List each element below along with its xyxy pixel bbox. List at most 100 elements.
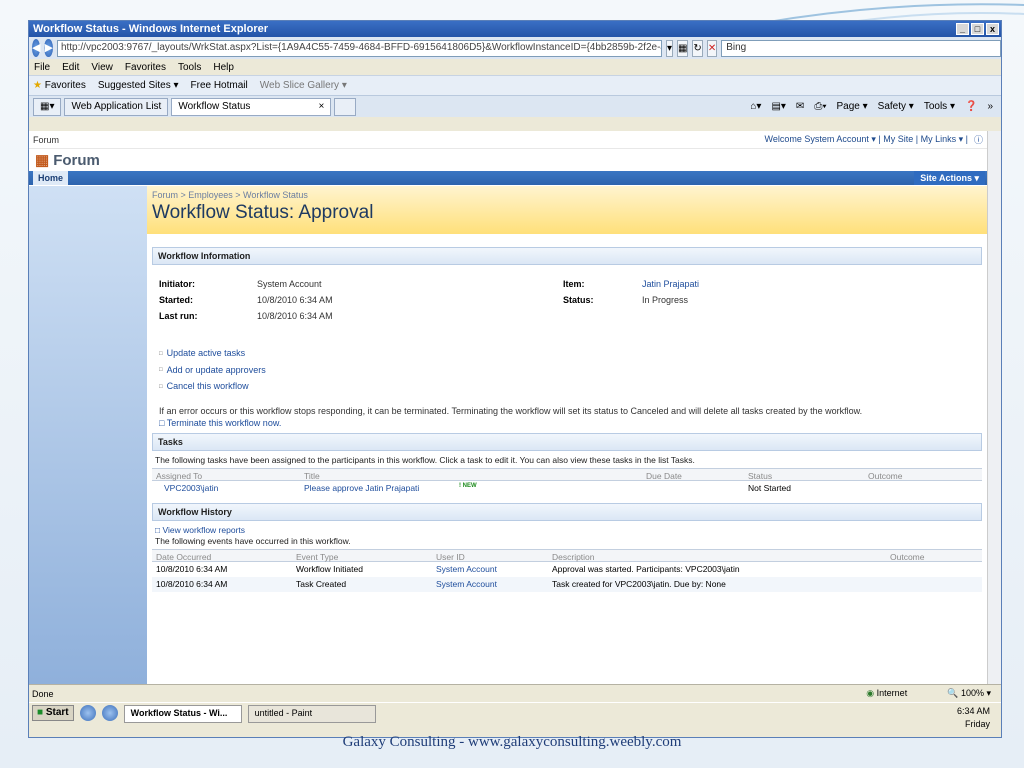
quicklaunch-desktop-icon[interactable]	[79, 705, 96, 721]
started-label: Started:	[159, 295, 194, 305]
minimize-button[interactable]: _	[956, 23, 969, 35]
history-table-header: Date Occurred Event Type User ID Descrip…	[152, 548, 982, 562]
new-badge: ! NEW	[459, 482, 477, 489]
tasks-table-header: Assigned To Title Due Date Status Outcom…	[152, 467, 982, 481]
cancel-workflow-link[interactable]: Cancel this workflow	[159, 378, 987, 395]
site-actions-menu[interactable]: Site Actions ▾	[914, 171, 985, 185]
back-icon[interactable]: ◀	[32, 39, 41, 57]
tab-web-application-list[interactable]: Web Application List	[64, 97, 169, 116]
welcome-menu[interactable]: Welcome System Account ▾ | My Site | My …	[765, 134, 968, 145]
feeds-icon[interactable]: ▤▾	[771, 101, 785, 112]
terminate-workflow-link[interactable]: □ Terminate this workflow now.	[159, 417, 987, 429]
history-user[interactable]: System Account	[436, 564, 497, 574]
quick-tabs-icon[interactable]: ▦▾	[33, 97, 62, 116]
mail-icon[interactable]: ✉	[796, 101, 804, 112]
col-assigned-to[interactable]: Assigned To	[156, 471, 202, 481]
update-active-tasks-link[interactable]: Update active tasks	[159, 345, 987, 362]
task-title[interactable]: Please approve Jatin Prajapati	[304, 483, 419, 493]
history-date: 10/8/2010 6:34 AM	[156, 563, 228, 574]
address-bar[interactable]: http://vpc2003:9767/_layouts/WrkStat.asp…	[56, 39, 662, 57]
lastrun-label: Last run:	[159, 311, 198, 321]
slide-footer: Galaxy Consulting - www.galaxyconsulting…	[342, 734, 682, 750]
history-note: The following events have occurred in th…	[155, 535, 351, 546]
help-icon[interactable]: ❓	[965, 101, 977, 112]
quicklaunch-ie-icon[interactable]	[101, 705, 118, 721]
table-row: 10/8/2010 6:34 AM Task Created System Ac…	[152, 576, 982, 592]
tab-row: ▦▾ Web Application List Workflow Status …	[29, 95, 1001, 117]
start-label: Start	[45, 707, 69, 718]
col-description[interactable]: Description	[552, 552, 595, 562]
menu-file[interactable]: File	[34, 62, 50, 73]
menu-help[interactable]: Help	[213, 62, 234, 73]
history-description: Task created for VPC2003\jatin. Due by: …	[552, 578, 726, 589]
stop-icon[interactable]: ✕	[706, 39, 718, 57]
breadcrumb[interactable]: Forum > Employees > Workflow Status	[152, 190, 982, 200]
maximize-button[interactable]: □	[971, 23, 984, 35]
col-date-occurred[interactable]: Date Occurred	[156, 552, 211, 562]
system-clock[interactable]: 6:34 AM Friday	[957, 705, 1000, 731]
home-icon[interactable]: ⌂▾	[750, 101, 761, 112]
terminate-note: If an error occurs or this workflow stop…	[159, 405, 987, 429]
internet-zone[interactable]: ◉ Internet	[866, 688, 907, 699]
new-tab-button[interactable]	[334, 97, 357, 116]
search-input[interactable]: Bing	[721, 39, 1001, 57]
start-button[interactable]: ■ Start	[32, 705, 74, 721]
tab-home[interactable]: Home	[33, 171, 69, 185]
history-event: Workflow Initiated	[296, 563, 363, 574]
sharepoint-topbar: Forum Welcome System Account ▾ | My Site…	[29, 131, 987, 149]
col-title[interactable]: Title	[304, 471, 320, 481]
fav-web-slice-gallery[interactable]: Web Slice Gallery ▾	[260, 80, 347, 91]
fav-free-hotmail[interactable]: Free Hotmail	[191, 80, 248, 91]
tools-menu[interactable]: Tools ▾	[924, 101, 955, 112]
window-titlebar: Workflow Status - Windows Internet Explo…	[29, 21, 1001, 37]
view-workflow-reports-link[interactable]: □ View workflow reports	[155, 525, 987, 535]
tab-close-icon[interactable]: ×	[319, 101, 325, 113]
item-link[interactable]: Jatin Prajapati	[642, 279, 699, 289]
col-history-outcome[interactable]: Outcome	[890, 552, 925, 562]
tab-workflow-status[interactable]: Workflow Status ×	[171, 97, 332, 116]
page-menu[interactable]: Page ▾	[837, 101, 868, 112]
history-date: 10/8/2010 6:34 AM	[156, 578, 228, 589]
workflow-actions: Update active tasks Add or update approv…	[159, 345, 987, 395]
status-bar: Done ◉ Internet 🔍 100% ▾	[29, 684, 1001, 702]
section-tasks: Tasks	[152, 432, 982, 451]
menu-view[interactable]: View	[91, 62, 113, 73]
add-update-approvers-link[interactable]: Add or update approvers	[159, 362, 987, 379]
col-outcome[interactable]: Outcome	[868, 471, 903, 481]
clock-time: 6:34 AM	[956, 706, 990, 716]
page-title-area: Forum > Employees > Workflow Status Work…	[147, 186, 987, 234]
terminate-description: If an error occurs or this workflow stop…	[159, 405, 863, 416]
history-user[interactable]: System Account	[436, 579, 497, 589]
site-title[interactable]: Forum	[53, 152, 100, 169]
favorites-button[interactable]: ★ Favorites	[33, 80, 86, 91]
menu-favorites[interactable]: Favorites	[125, 62, 166, 73]
status-value: In Progress	[642, 295, 689, 305]
menu-tools[interactable]: Tools	[178, 62, 201, 73]
site-crumb[interactable]: Forum	[33, 135, 59, 145]
col-event-type[interactable]: Event Type	[296, 552, 338, 562]
col-user-id[interactable]: User ID	[436, 552, 465, 562]
zone-label: Internet	[876, 688, 908, 698]
fav-suggested-sites[interactable]: Suggested Sites ▾	[98, 80, 179, 91]
refresh-icon[interactable]: ↻	[692, 39, 703, 57]
print-icon[interactable]: ⎙▾	[814, 101, 826, 112]
dropdown-icon[interactable]: ▾	[665, 39, 673, 57]
vertical-scrollbar[interactable]	[987, 131, 1001, 684]
menu-edit[interactable]: Edit	[62, 62, 79, 73]
more-icon[interactable]: »	[987, 101, 993, 112]
clock-day: Friday	[964, 719, 990, 729]
col-due-date[interactable]: Due Date	[646, 471, 682, 481]
windows-logo-icon: ■	[37, 707, 44, 718]
close-button[interactable]: x	[986, 23, 999, 35]
safety-menu[interactable]: Safety ▾	[878, 101, 914, 112]
help-icon[interactable]: ⓘ	[974, 133, 983, 146]
zoom-control[interactable]: 🔍 100% ▾	[947, 688, 991, 699]
taskbar-workflow-status[interactable]: Workflow Status - Wi...	[123, 705, 242, 723]
col-status[interactable]: Status	[748, 471, 772, 481]
address-row: ◀ ▶ http://vpc2003:9767/_layouts/WrkStat…	[29, 37, 1001, 59]
zoom-level: 100%	[960, 688, 984, 698]
compat-icon[interactable]: ▦	[676, 39, 689, 57]
forward-icon[interactable]: ▶	[44, 39, 53, 57]
taskbar-paint[interactable]: untitled - Paint	[247, 705, 376, 723]
task-assigned[interactable]: VPC2003\jatin	[164, 483, 218, 493]
